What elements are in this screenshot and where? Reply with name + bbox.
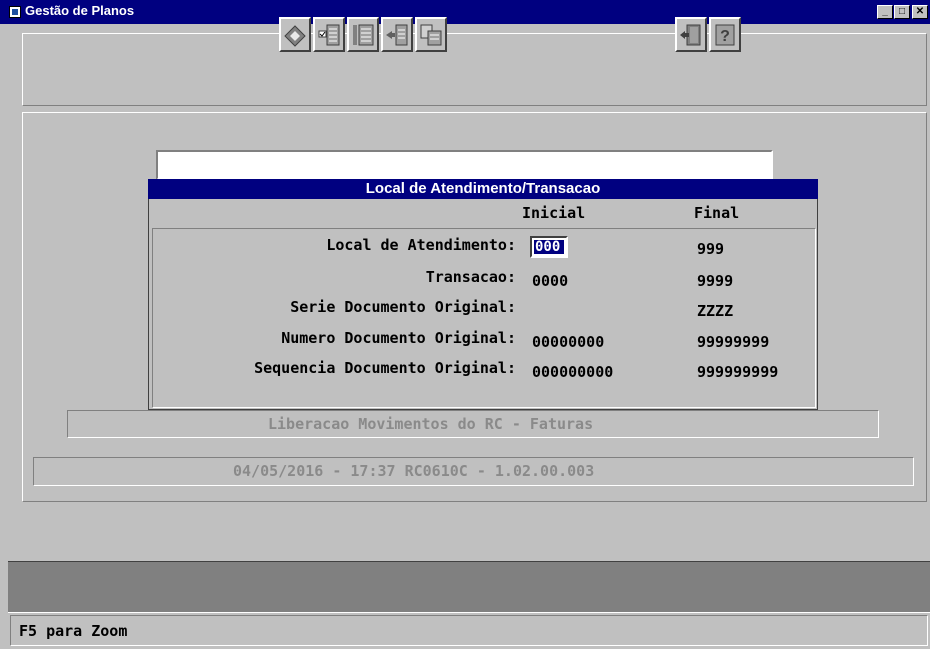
- background-field: [156, 150, 773, 180]
- import-icon: [386, 24, 408, 45]
- lower-panel: [8, 561, 930, 613]
- copy-documents-icon: [420, 24, 442, 45]
- numero-documento-initial-input[interactable]: 00000000: [532, 333, 604, 351]
- local-atendimento-initial-value: 000: [534, 240, 564, 254]
- toolbar: [22, 33, 927, 106]
- import-button[interactable]: [381, 17, 413, 52]
- version-info: 04/05/2016 - 17:37 RC0610C - 1.02.00.003: [233, 462, 595, 480]
- svg-text:?: ?: [720, 28, 730, 45]
- dialog-title: Local de Atendimento/Transacao: [148, 179, 818, 199]
- sequencia-documento-final-input[interactable]: 999999999: [697, 363, 778, 381]
- ordered-list-icon: [353, 24, 374, 45]
- maximize-button[interactable]: □: [894, 5, 910, 19]
- ordered-list-button[interactable]: [347, 17, 379, 52]
- status-bar: [10, 615, 928, 646]
- sequencia-documento-label: Sequencia Documento Original:: [254, 359, 516, 377]
- checklist-button[interactable]: [313, 17, 345, 52]
- help-button[interactable]: ?: [709, 17, 741, 52]
- eraser-button[interactable]: [279, 17, 311, 52]
- checklist-icon: [318, 24, 340, 45]
- window-title: Gestão de Planos: [25, 3, 135, 18]
- transacao-final-input[interactable]: 9999: [697, 272, 733, 290]
- help-icon: ?: [715, 24, 735, 45]
- column-header-final: Final: [694, 204, 740, 222]
- close-button[interactable]: ✕: [912, 5, 928, 19]
- serie-documento-final-input[interactable]: ZZZZ: [697, 302, 733, 320]
- status-message: F5 para Zoom: [19, 622, 128, 640]
- program-description: Liberacao Movimentos do RC - Faturas: [268, 415, 594, 433]
- sequencia-documento-initial-input[interactable]: 000000000: [532, 363, 613, 381]
- column-header-initial: Inicial: [522, 204, 586, 222]
- local-atendimento-final-input[interactable]: 999: [697, 240, 724, 258]
- serie-documento-label: Serie Documento Original:: [290, 298, 516, 316]
- title-bar: [0, 0, 930, 24]
- transacao-label: Transacao:: [425, 268, 516, 286]
- minimize-button[interactable]: _: [877, 5, 893, 19]
- numero-documento-final-input[interactable]: 99999999: [697, 333, 769, 351]
- numero-documento-label: Numero Documento Original:: [281, 329, 516, 347]
- exit-door-icon: [680, 24, 701, 45]
- transacao-initial-input[interactable]: 0000: [532, 272, 568, 290]
- eraser-icon: [284, 24, 306, 47]
- app-icon: [9, 6, 21, 18]
- exit-button[interactable]: [675, 17, 707, 52]
- copy-documents-button[interactable]: [415, 17, 447, 52]
- local-atendimento-label: Local de Atendimento:: [326, 236, 516, 254]
- local-atendimento-initial-input[interactable]: 000: [530, 236, 568, 258]
